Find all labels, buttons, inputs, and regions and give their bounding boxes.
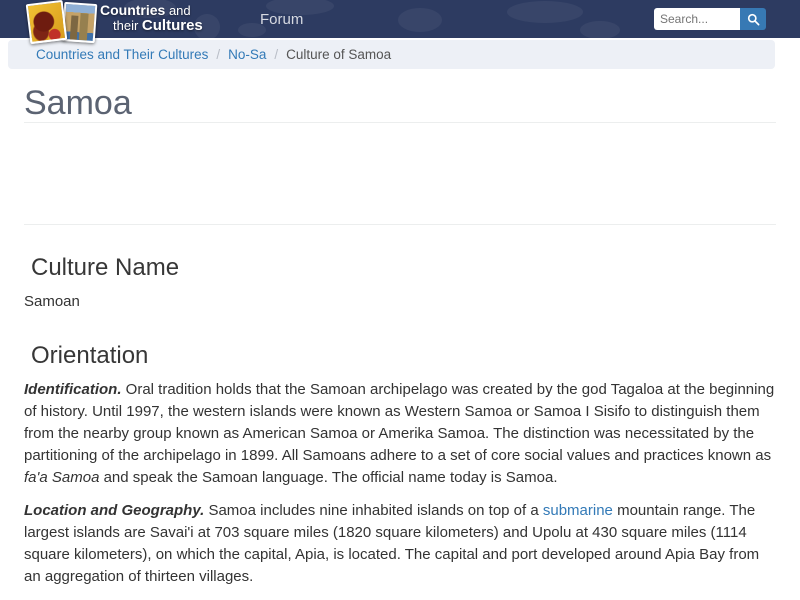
ad-placeholder	[24, 123, 776, 224]
identification-lead: Identification.	[24, 380, 122, 398]
identification-text-2: and speak the Samoan language. The offic…	[99, 468, 558, 486]
culture-name-value: Samoan	[24, 292, 80, 310]
breadcrumb-current: Culture of Samoa	[286, 47, 392, 62]
logo-line1-rest: and	[165, 3, 191, 18]
logo-line2-plain: their	[113, 18, 142, 33]
nav-forum-link[interactable]: Forum	[260, 11, 303, 28]
page: Countries and their Cultures Forum Count…	[0, 0, 800, 600]
search-button[interactable]	[740, 8, 766, 30]
breadcrumb-separator: /	[216, 47, 221, 62]
logo-line1-bold: Countries	[100, 2, 166, 18]
search-form	[654, 8, 766, 30]
site-logo[interactable]: Countries and their Cultures	[25, 0, 224, 45]
breadcrumb-separator: /	[274, 47, 279, 62]
section-heading-orientation: Orientation	[31, 341, 149, 369]
logo-line2-bold: Cultures	[141, 17, 203, 34]
identification-text-1: Oral tradition holds that the Samoan arc…	[24, 380, 775, 464]
breadcrumb-link-no-sa[interactable]: No-Sa	[228, 47, 266, 62]
logo-photo-carving	[25, 0, 68, 45]
submarine-link[interactable]: submarine	[543, 502, 613, 519]
location-lead: Location and Geography.	[24, 501, 205, 519]
page-title: Samoa	[24, 84, 132, 122]
breadcrumb-link-home[interactable]: Countries and Their Cultures	[36, 47, 208, 62]
section-heading-culture-name: Culture Name	[31, 254, 180, 282]
magnifier-icon	[747, 13, 759, 25]
top-navbar: Countries and their Cultures Forum	[0, 0, 800, 45]
article: Samoa Culture Name Samoan Orientation Id…	[0, 84, 800, 600]
divider-bottom	[24, 224, 776, 226]
breadcrumb: Countries and Their Cultures / No-Sa / Cultu…	[8, 40, 775, 69]
search-input[interactable]	[654, 8, 740, 30]
paragraph-location-geography: Location and Geography. Samoa includes n…	[24, 500, 776, 588]
location-text-1: Samoa includes nine inhabited islands on…	[204, 501, 543, 519]
logo-text: Countries and their Cultures	[100, 2, 203, 34]
paragraph-identification: Identification. Oral tradition holds tha…	[24, 379, 776, 489]
italic-term-faa-samoa: fa'a Samoa	[24, 468, 100, 486]
